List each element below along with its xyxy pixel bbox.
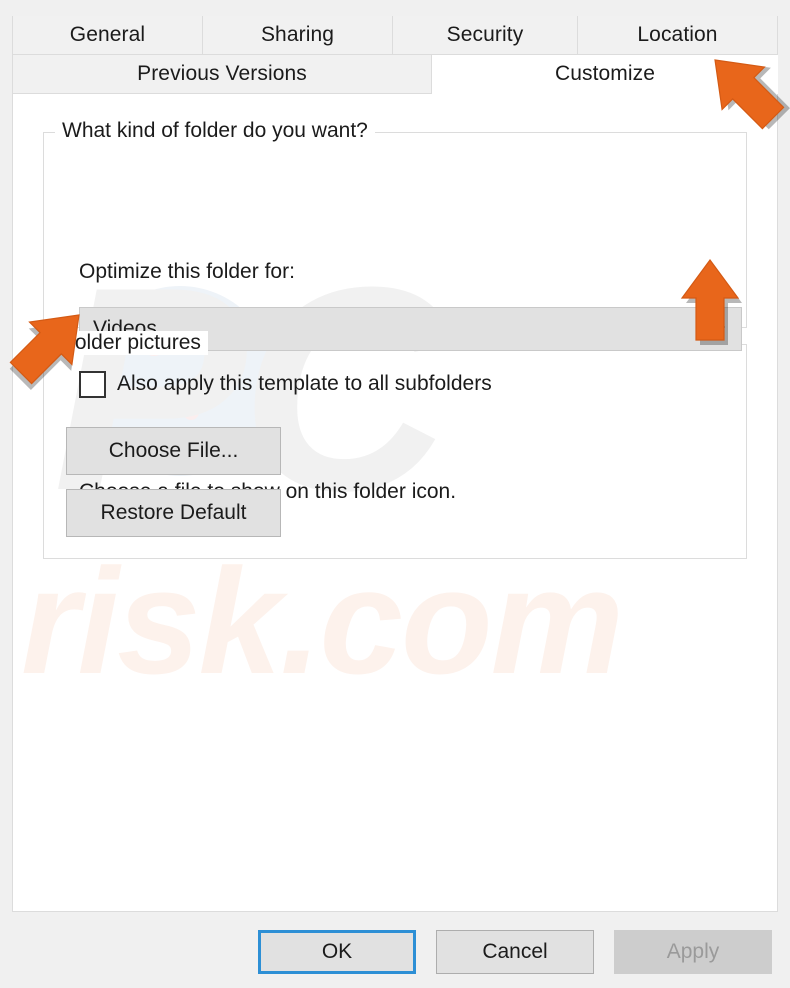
tab-customize[interactable]: Customize: [432, 55, 778, 94]
tab-general-label: General: [69, 23, 146, 46]
tab-row-1: General Sharing Security Location: [12, 16, 778, 55]
folder-kind-legend: What kind of folder do you want?: [55, 119, 375, 143]
tab-customize-label: Customize: [554, 62, 656, 85]
choose-file-button[interactable]: Choose File...: [66, 427, 281, 475]
folder-properties-dialog: General Sharing Security Location Previo…: [0, 0, 790, 988]
restore-default-button-label: Restore Default: [100, 501, 247, 524]
optimize-folder-label: Optimize this folder for:: [79, 260, 295, 283]
tab-strip: General Sharing Security Location Previo…: [12, 16, 778, 94]
ok-button[interactable]: OK: [258, 930, 416, 974]
tab-security[interactable]: Security: [393, 16, 578, 55]
restore-default-button[interactable]: Restore Default: [66, 489, 281, 537]
folder-pictures-legend: Folder pictures: [55, 331, 208, 355]
tab-location-label: Location: [637, 23, 718, 46]
dialog-button-bar: OK Cancel Apply: [0, 912, 790, 988]
apply-template-subfolders-checkbox-row[interactable]: Also apply this template to all subfolde…: [79, 369, 492, 399]
folder-kind-groupbox: [43, 132, 747, 328]
tab-security-label: Security: [446, 23, 524, 46]
customize-tab-panel: PC risk.com What kind of folder do you w…: [12, 94, 778, 912]
apply-template-subfolders-label: Also apply this template to all subfolde…: [117, 372, 492, 395]
chevron-down-icon: [709, 321, 727, 339]
ok-button-label: OK: [321, 940, 353, 963]
apply-template-subfolders-checkbox[interactable]: [79, 370, 106, 398]
tab-previous-versions-label: Previous Versions: [137, 62, 307, 85]
tab-general[interactable]: General: [12, 16, 203, 55]
tab-location[interactable]: Location: [578, 16, 778, 55]
cancel-button-label: Cancel: [482, 940, 548, 963]
apply-button: Apply: [614, 930, 772, 974]
apply-button-label: Apply: [666, 940, 720, 963]
tab-previous-versions[interactable]: Previous Versions: [12, 55, 432, 94]
watermark-text-bottom: risk.com: [21, 537, 624, 705]
tab-sharing-label: Sharing: [260, 23, 335, 46]
cancel-button[interactable]: Cancel: [436, 930, 594, 974]
choose-file-button-label: Choose File...: [108, 439, 239, 462]
tab-sharing[interactable]: Sharing: [203, 16, 393, 55]
tab-row-2: Previous Versions Customize: [12, 55, 778, 94]
